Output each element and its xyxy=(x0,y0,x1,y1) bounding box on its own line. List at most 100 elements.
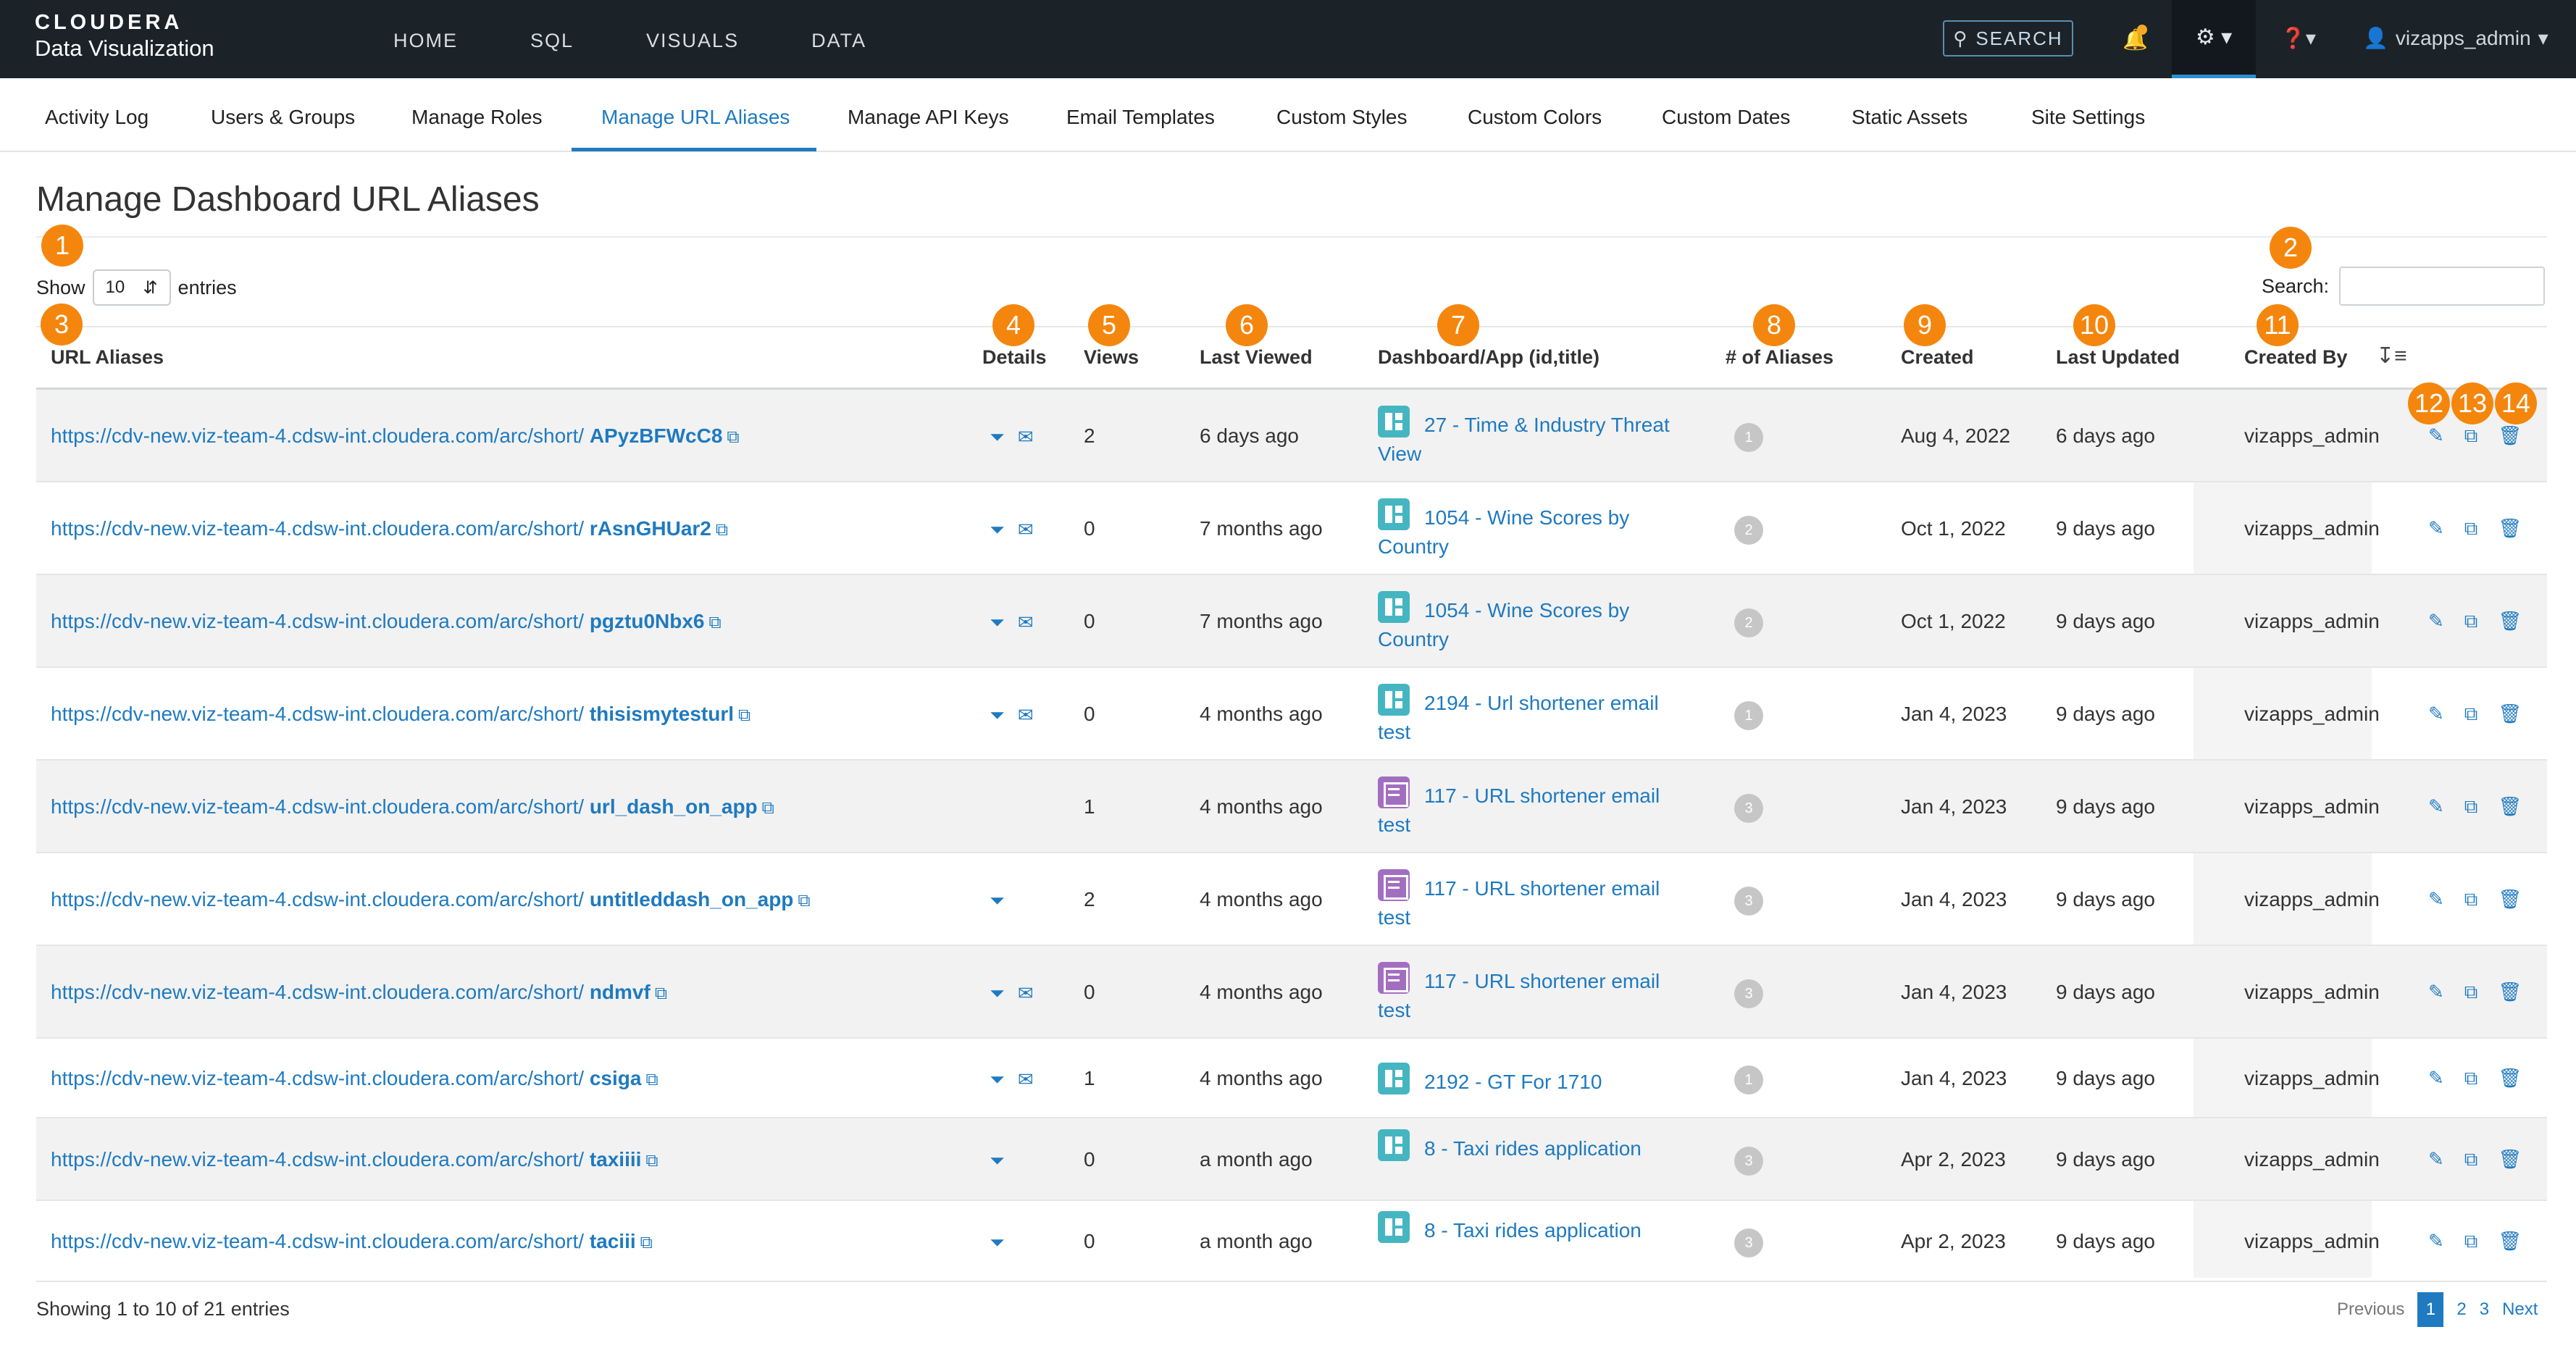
edit-icon[interactable]: ✎ xyxy=(2428,888,2444,911)
previous-page-button[interactable]: Previous xyxy=(2337,1299,2404,1320)
copy-icon[interactable]: ⧉ xyxy=(2464,610,2478,633)
email-icon[interactable]: ✉ xyxy=(1018,704,1034,727)
email-icon[interactable]: ✉ xyxy=(1018,982,1034,1005)
filter-icon[interactable]: ⏷ xyxy=(990,1231,1005,1255)
page-button[interactable]: 1 xyxy=(2417,1292,2444,1327)
copy-icon[interactable]: ⧉ xyxy=(2464,1148,2478,1171)
dashboard-link[interactable]: 8 - Taxi rides application xyxy=(1378,1129,1697,1163)
settings-gear-icon[interactable]: ⚙ ▾ xyxy=(2172,0,2256,78)
edit-icon[interactable]: ✎ xyxy=(2428,1230,2444,1253)
email-icon[interactable]: ✉ xyxy=(1018,1068,1034,1092)
filter-icon[interactable]: ⏷ xyxy=(990,611,1005,635)
filter-icon[interactable]: ⏷ xyxy=(990,426,1005,449)
copy-icon[interactable]: ⧉ xyxy=(2464,1230,2478,1253)
col-details[interactable]: Details xyxy=(982,346,1047,369)
dashboard-link[interactable]: 117 - URL shortener email test xyxy=(1378,962,1697,1025)
col-num-aliases[interactable]: # of Aliases xyxy=(1726,346,1833,369)
alias-url-link[interactable]: https://cdv-new.viz-team-4.cdsw-int.clou… xyxy=(51,703,750,726)
edit-icon[interactable]: ✎ xyxy=(2428,1148,2444,1171)
copy-icon[interactable]: ⧉ xyxy=(2464,1067,2478,1090)
nav-sql[interactable]: SQL xyxy=(530,28,574,54)
external-link-icon[interactable]: ⧉ xyxy=(655,984,667,1004)
delete-icon[interactable]: 🗑 xyxy=(2498,795,2522,819)
col-created-by[interactable]: Created By xyxy=(2244,346,2348,369)
dashboard-link[interactable]: 2194 - Url shortener email test xyxy=(1378,684,1697,747)
search-input[interactable] xyxy=(2339,267,2546,306)
filter-icon[interactable]: ⏷ xyxy=(990,889,1005,913)
external-link-icon[interactable]: ⧉ xyxy=(645,1151,658,1171)
external-link-icon[interactable]: ⧉ xyxy=(640,1233,653,1253)
email-icon[interactable]: ✉ xyxy=(1018,611,1034,635)
delete-icon[interactable]: 🗑 xyxy=(2498,1148,2522,1171)
alias-url-link[interactable]: https://cdv-new.viz-team-4.cdsw-int.clou… xyxy=(51,981,667,1004)
col-created[interactable]: Created xyxy=(1901,346,1974,369)
nav-home[interactable]: HOME xyxy=(393,28,458,54)
tab-custom-colors[interactable]: Custom Colors xyxy=(1468,106,1602,129)
global-search-button[interactable]: ⚲ SEARCH xyxy=(1943,20,2073,56)
delete-icon[interactable]: 🗑 xyxy=(2498,610,2522,633)
page-button[interactable]: 3 xyxy=(2480,1299,2489,1320)
filter-icon[interactable]: ⏷ xyxy=(990,1068,1005,1092)
alias-url-link[interactable]: https://cdv-new.viz-team-4.cdsw-int.clou… xyxy=(51,610,722,633)
col-views[interactable]: Views xyxy=(1084,346,1139,369)
copy-icon[interactable]: ⧉ xyxy=(2464,981,2478,1004)
nav-visuals[interactable]: VISUALS xyxy=(646,28,739,54)
external-link-icon[interactable]: ⧉ xyxy=(709,613,722,633)
alias-url-link[interactable]: https://cdv-new.viz-team-4.cdsw-int.clou… xyxy=(51,888,811,911)
edit-icon[interactable]: ✎ xyxy=(2428,981,2444,1004)
delete-icon[interactable]: 🗑 xyxy=(2498,1230,2522,1253)
delete-icon[interactable]: 🗑 xyxy=(2498,981,2522,1004)
tab-email-templates[interactable]: Email Templates xyxy=(1066,106,1215,129)
email-icon[interactable]: ✉ xyxy=(1018,519,1034,542)
col-last-viewed[interactable]: Last Viewed xyxy=(1200,346,1313,369)
page-button[interactable]: 2 xyxy=(2456,1299,2466,1320)
edit-icon[interactable]: ✎ xyxy=(2428,517,2444,540)
external-link-icon[interactable]: ⧉ xyxy=(727,427,739,448)
alias-url-link[interactable]: https://cdv-new.viz-team-4.cdsw-int.clou… xyxy=(51,517,728,540)
col-last-updated[interactable]: Last Updated xyxy=(2056,346,2180,369)
copy-icon[interactable]: ⧉ xyxy=(2464,795,2478,819)
dashboard-link[interactable]: 117 - URL shortener email test xyxy=(1378,776,1697,840)
external-link-icon[interactable]: ⧉ xyxy=(716,520,728,540)
dashboard-link[interactable]: 27 - Time & Industry Threat View xyxy=(1378,406,1697,469)
delete-icon[interactable]: 🗑 xyxy=(2498,424,2522,448)
delete-icon[interactable]: 🗑 xyxy=(2498,517,2522,540)
delete-icon[interactable]: 🗑 xyxy=(2498,703,2522,726)
delete-icon[interactable]: 🗑 xyxy=(2498,1067,2522,1090)
user-menu[interactable]: 👤 vizapps_admin ▾ xyxy=(2363,26,2548,50)
tab-site-settings[interactable]: Site Settings xyxy=(2031,106,2145,129)
delete-icon[interactable]: 🗑 xyxy=(2498,888,2522,911)
col-dashboard-app[interactable]: Dashboard/App (id,title) xyxy=(1378,346,1599,369)
alias-url-link[interactable]: https://cdv-new.viz-team-4.cdsw-int.clou… xyxy=(51,1067,658,1090)
copy-icon[interactable]: ⧉ xyxy=(2464,703,2478,726)
tab-static-assets[interactable]: Static Assets xyxy=(1852,106,1967,129)
dashboard-link[interactable]: 1054 - Wine Scores by Country xyxy=(1378,591,1697,654)
notifications-bell-icon[interactable]: 🔔 xyxy=(2123,25,2148,51)
alias-url-link[interactable]: https://cdv-new.viz-team-4.cdsw-int.clou… xyxy=(51,1148,658,1171)
alias-url-link[interactable]: https://cdv-new.viz-team-4.cdsw-int.clou… xyxy=(51,1230,653,1253)
entries-select[interactable]: 10 ⇵ xyxy=(92,269,171,306)
brand-logo[interactable]: CLOUDERA Data Visualization xyxy=(35,10,214,62)
edit-icon[interactable]: ✎ xyxy=(2428,795,2444,819)
external-link-icon[interactable]: ⧉ xyxy=(645,1070,658,1090)
copy-icon[interactable]: ⧉ xyxy=(2464,424,2478,448)
tab-users-groups[interactable]: Users & Groups xyxy=(211,106,355,129)
col-url-aliases[interactable]: URL Aliases xyxy=(51,346,164,369)
edit-icon[interactable]: ✎ xyxy=(2428,424,2444,448)
sort-icon[interactable]: ↧≡ xyxy=(2376,343,2407,369)
next-page-button[interactable]: Next xyxy=(2502,1299,2538,1320)
filter-icon[interactable]: ⏷ xyxy=(990,1150,1005,1173)
dashboard-link[interactable]: 117 - URL shortener email test xyxy=(1378,869,1697,932)
filter-icon[interactable]: ⏷ xyxy=(990,982,1005,1005)
dashboard-link[interactable]: 1054 - Wine Scores by Country xyxy=(1378,498,1697,561)
edit-icon[interactable]: ✎ xyxy=(2428,610,2444,633)
dashboard-link[interactable]: 8 - Taxi rides application xyxy=(1378,1211,1697,1245)
tab-manage-roles[interactable]: Manage Roles xyxy=(411,106,543,129)
copy-icon[interactable]: ⧉ xyxy=(2464,517,2478,540)
tab-custom-styles[interactable]: Custom Styles xyxy=(1276,106,1408,129)
alias-url-link[interactable]: https://cdv-new.viz-team-4.cdsw-int.clou… xyxy=(51,795,774,819)
external-link-icon[interactable]: ⧉ xyxy=(762,798,774,819)
filter-icon[interactable]: ⏷ xyxy=(990,519,1005,542)
dashboard-link[interactable]: 2192 - GT For 1710 xyxy=(1378,1063,1697,1097)
tab-custom-dates[interactable]: Custom Dates xyxy=(1662,106,1790,129)
